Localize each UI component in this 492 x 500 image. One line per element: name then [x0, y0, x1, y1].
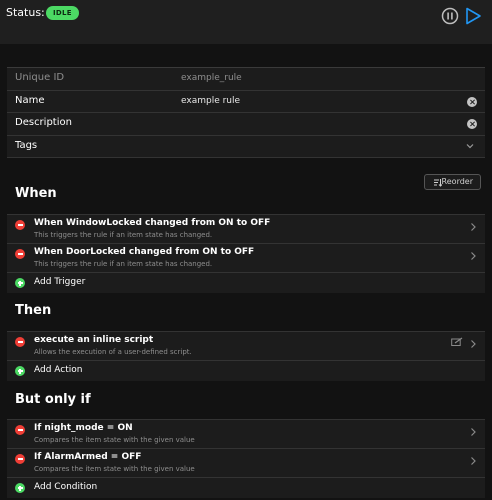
unique-id-label: Unique ID — [15, 72, 65, 83]
section-title-when: When — [15, 186, 57, 201]
remove-icon[interactable] — [15, 249, 25, 259]
add-trigger-button[interactable]: Add Trigger — [7, 273, 485, 293]
add-icon — [15, 278, 25, 288]
list-item[interactable]: execute an inline script Allows the exec… — [7, 332, 485, 361]
item-description: Compares the item state with the given v… — [34, 436, 195, 444]
add-icon — [15, 483, 25, 493]
remove-icon[interactable] — [15, 425, 25, 435]
section-title-but-only-if: But only if — [15, 392, 91, 407]
rule-properties: Unique ID example_rule Name example rule… — [7, 67, 485, 158]
item-title: When WindowLocked changed from ON to OFF — [34, 218, 271, 228]
add-action-label: Add Action — [34, 365, 83, 375]
chevron-right-icon[interactable] — [469, 456, 477, 466]
list-item[interactable]: If AlarmArmed = OFF Compares the item st… — [7, 449, 485, 478]
unique-id-row: Unique ID example_rule — [7, 68, 485, 91]
item-description: Allows the execution of a user-defined s… — [34, 348, 192, 356]
name-label: Name — [15, 94, 45, 106]
item-title: If AlarmArmed = OFF — [34, 452, 142, 462]
add-condition-button[interactable]: Add Condition — [7, 478, 485, 498]
chevron-right-icon[interactable] — [469, 339, 477, 349]
status-badge: IDLE — [46, 6, 79, 20]
add-action-button[interactable]: Add Action — [7, 361, 485, 381]
item-title: execute an inline script — [34, 335, 154, 345]
list-item[interactable]: When WindowLocked changed from ON to OFF… — [7, 215, 485, 244]
section-title-then: Then — [15, 303, 52, 318]
unique-id-value: example_rule — [181, 73, 242, 83]
list-item[interactable]: When DoorLocked changed from ON to OFF T… — [7, 244, 485, 273]
status-label: Status: — [6, 6, 45, 19]
play-icon[interactable] — [464, 7, 482, 25]
clear-icon[interactable] — [467, 119, 477, 129]
remove-icon[interactable] — [15, 220, 25, 230]
reorder-button[interactable]: Reorder — [424, 174, 481, 190]
reorder-icon — [434, 179, 442, 187]
name-field[interactable]: example rule — [181, 96, 240, 106]
add-icon — [15, 366, 25, 376]
top-bar: Status: IDLE — [0, 0, 492, 44]
chevron-right-icon[interactable] — [469, 222, 477, 232]
item-description: Compares the item state with the given v… — [34, 465, 195, 473]
condition-list: If night_mode = ON Compares the item sta… — [7, 419, 485, 498]
tags-row[interactable]: Tags — [7, 136, 485, 158]
edit-script-icon[interactable] — [451, 337, 463, 347]
reorder-label: Reorder — [441, 177, 473, 186]
item-title: If night_mode = ON — [34, 423, 133, 433]
name-row[interactable]: Name example rule — [7, 91, 485, 113]
list-item[interactable]: If night_mode = ON Compares the item sta… — [7, 420, 485, 449]
remove-icon[interactable] — [15, 337, 25, 347]
clear-icon[interactable] — [467, 96, 477, 107]
item-title: When DoorLocked changed from ON to OFF — [34, 247, 255, 257]
item-description: This triggers the rule if an item state … — [34, 260, 213, 268]
trigger-list: When WindowLocked changed from ON to OFF… — [7, 214, 485, 293]
description-label: Description — [15, 117, 72, 128]
chevron-right-icon[interactable] — [469, 251, 477, 261]
chevron-down-icon[interactable] — [465, 141, 475, 151]
description-row[interactable]: Description — [7, 113, 485, 136]
item-description: This triggers the rule if an item state … — [34, 231, 213, 239]
add-trigger-label: Add Trigger — [34, 277, 86, 287]
pause-icon[interactable] — [441, 7, 459, 25]
action-list: execute an inline script Allows the exec… — [7, 331, 485, 381]
tags-label: Tags — [15, 139, 38, 151]
chevron-right-icon[interactable] — [469, 427, 477, 437]
remove-icon[interactable] — [15, 454, 25, 464]
add-condition-label: Add Condition — [34, 482, 98, 492]
